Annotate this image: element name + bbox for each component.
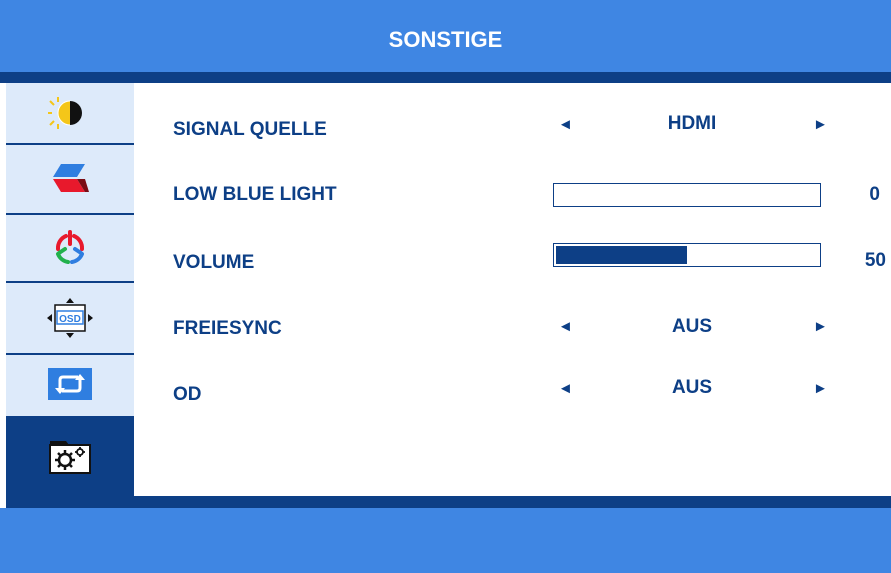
- footer-divider: [6, 496, 891, 508]
- low-blue-light-slider[interactable]: [553, 183, 821, 207]
- reset-icon: [48, 368, 92, 400]
- sidebar-item-reset[interactable]: [6, 355, 134, 413]
- sidebar-item-osd[interactable]: OSD: [6, 283, 134, 353]
- od-value: AUS: [671, 377, 713, 398]
- image-settings-icon: [53, 164, 89, 192]
- osd-settings-icon: OSD: [47, 298, 93, 338]
- menu-header: SONSTIGE: [0, 0, 891, 72]
- other-settings-icon: [49, 441, 91, 474]
- freesync-right-arrow[interactable]: ►: [813, 318, 828, 335]
- sidebar-item-brightness[interactable]: [6, 83, 134, 143]
- menu-title: SONSTIGE: [388, 27, 503, 52]
- freesync-value: AUS: [671, 316, 713, 337]
- od-left-arrow[interactable]: ◄: [558, 380, 573, 397]
- od-label: OD: [173, 384, 202, 405]
- volume-slider[interactable]: [553, 243, 821, 267]
- signal-source-right-arrow[interactable]: ►: [813, 116, 828, 133]
- od-right-arrow[interactable]: ►: [813, 380, 828, 397]
- sidebar: OSD: [6, 83, 134, 496]
- low-blue-light-value: 0: [869, 184, 880, 205]
- signal-source-left-arrow[interactable]: ◄: [558, 116, 573, 133]
- settings-panel: [134, 83, 891, 496]
- brightness-contrast-icon: [48, 97, 82, 129]
- menu-footer: [0, 508, 891, 573]
- header-divider: [0, 72, 891, 83]
- svg-text:OSD: OSD: [59, 314, 81, 325]
- sidebar-item-color[interactable]: [6, 215, 134, 281]
- color-settings-icon: [55, 230, 85, 264]
- signal-source-value: HDMI: [667, 113, 717, 134]
- sidebar-item-image[interactable]: [6, 145, 134, 213]
- volume-value: 50: [864, 250, 886, 271]
- signal-source-label: SIGNAL QUELLE: [173, 119, 327, 140]
- volume-slider-fill: [556, 246, 687, 264]
- sidebar-item-other[interactable]: [6, 416, 134, 496]
- freesync-label: FREIESYNC: [173, 318, 282, 339]
- freesync-left-arrow[interactable]: ◄: [558, 318, 573, 335]
- volume-label: VOLUME: [173, 252, 255, 273]
- low-blue-light-label: LOW BLUE LIGHT: [173, 184, 337, 205]
